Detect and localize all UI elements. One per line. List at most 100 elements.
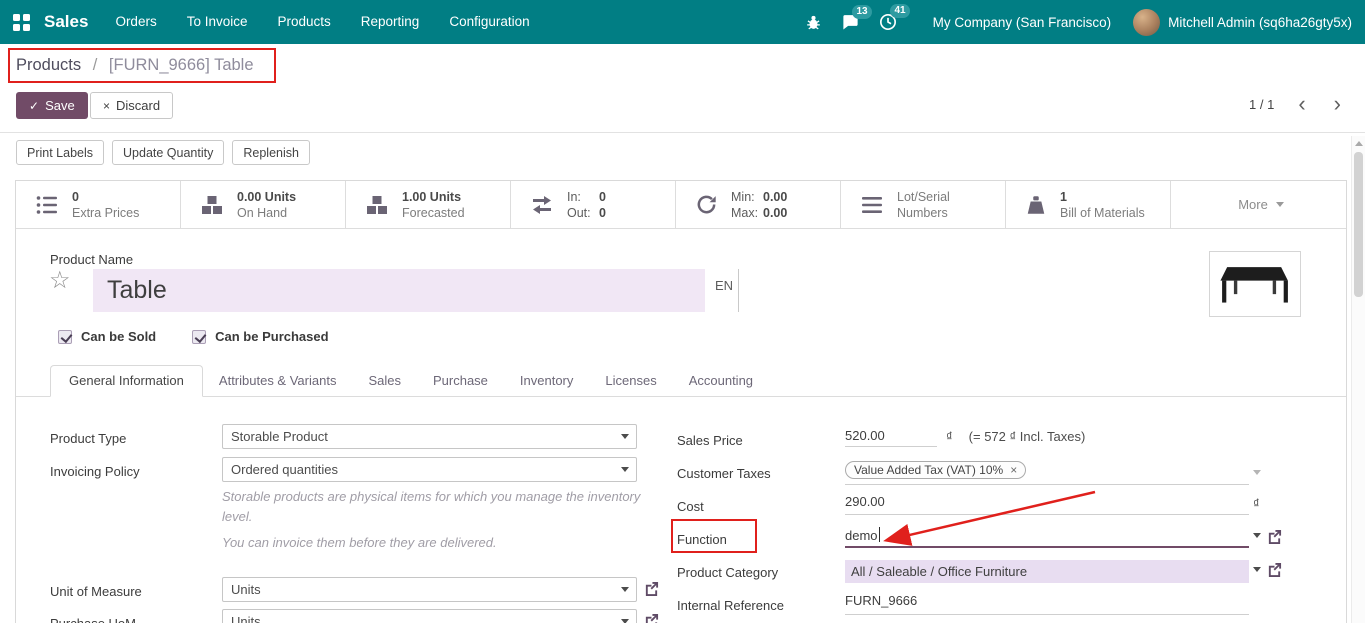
- sales-price-label: Sales Price: [677, 433, 743, 448]
- internal-reference-input[interactable]: FURN_9666: [845, 593, 1249, 615]
- product-type-select[interactable]: Storable Product: [222, 424, 637, 449]
- pricelist-icon: [35, 193, 59, 217]
- menu-reporting[interactable]: Reporting: [346, 0, 435, 44]
- app-name[interactable]: Sales: [44, 12, 88, 32]
- currency-symbol: ₫: [1253, 496, 1260, 511]
- stat-value: 1.00 Units: [402, 189, 465, 205]
- activities-clock-icon[interactable]: 41: [869, 8, 907, 36]
- tab-purchase[interactable]: Purchase: [417, 366, 504, 396]
- chevron-down-icon[interactable]: [1253, 533, 1261, 538]
- menu-configuration[interactable]: Configuration: [434, 0, 544, 44]
- product-image[interactable]: [1209, 251, 1301, 317]
- stat-label: Max:: [731, 205, 763, 221]
- vertical-scrollbar[interactable]: [1351, 136, 1365, 623]
- replenish-button[interactable]: Replenish: [232, 140, 310, 165]
- pager-previous-icon[interactable]: ‹: [1294, 94, 1309, 114]
- stat-bill-of-materials[interactable]: 1 Bill of Materials: [1006, 181, 1171, 228]
- purchase-uom-select[interactable]: Units: [222, 609, 637, 623]
- pager-next-icon[interactable]: ›: [1330, 94, 1345, 114]
- apps-menu-icon[interactable]: [13, 14, 30, 31]
- update-quantity-button[interactable]: Update Quantity: [112, 140, 224, 165]
- tab-attributes-variants[interactable]: Attributes & Variants: [203, 366, 353, 396]
- product-category-field[interactable]: All / Saleable / Office Furniture: [845, 560, 1249, 583]
- notebook-tabs: General Information Attributes & Variant…: [16, 366, 1346, 397]
- breadcrumb-products[interactable]: Products: [16, 56, 81, 74]
- stat-label: Extra Prices: [72, 205, 139, 221]
- cost-input[interactable]: 290.00: [845, 494, 1249, 515]
- breadcrumb-separator: /: [93, 56, 98, 74]
- stat-reordering-rules[interactable]: Min:0.00 Max:0.00: [676, 181, 841, 228]
- purchase-uom-label: Purchase UoM: [50, 616, 136, 623]
- stat-label: On Hand: [237, 205, 296, 221]
- tab-licenses[interactable]: Licenses: [589, 366, 672, 396]
- scroll-up-icon[interactable]: [1355, 141, 1363, 146]
- chevron-down-icon[interactable]: [1253, 470, 1261, 475]
- save-button[interactable]: ✓ Save: [16, 92, 88, 119]
- table-image: [1216, 257, 1294, 311]
- language-badge[interactable]: EN: [715, 278, 733, 293]
- uom-select[interactable]: Units: [222, 577, 637, 602]
- internal-reference-label: Internal Reference: [677, 598, 784, 613]
- bill-of-materials-icon: [1025, 194, 1047, 216]
- can-be-purchased-checkbox[interactable]: [192, 330, 206, 344]
- stat-lot-serial[interactable]: Lot/Serial Numbers: [841, 181, 1006, 228]
- refresh-icon: [695, 193, 718, 216]
- user-avatar[interactable]: [1133, 9, 1160, 36]
- help-text-invoice: You can invoice them before they are del…: [222, 533, 654, 553]
- product-type-label: Product Type: [50, 431, 126, 446]
- function-input[interactable]: demo: [845, 527, 1249, 548]
- stat-in-out[interactable]: In:0 Out:0: [511, 181, 676, 228]
- chevron-down-icon: [621, 587, 629, 592]
- stat-value: 0: [72, 189, 139, 205]
- cubes-icon: [365, 193, 389, 217]
- chevron-down-icon[interactable]: [1253, 567, 1261, 572]
- function-external-link-icon[interactable]: [1267, 529, 1282, 544]
- purchase-uom-external-link-icon[interactable]: [644, 613, 659, 623]
- tab-sales[interactable]: Sales: [352, 366, 417, 396]
- stat-label: Out:: [567, 205, 599, 221]
- favorite-star-icon[interactable]: ☆: [49, 269, 71, 293]
- product-name-input[interactable]: Table: [93, 269, 705, 312]
- menu-to-invoice[interactable]: To Invoice: [172, 0, 263, 44]
- can-be-sold-label[interactable]: Can be Sold: [81, 329, 156, 344]
- menu-products[interactable]: Products: [263, 0, 346, 44]
- chevron-down-icon: [621, 467, 629, 472]
- main-menu: Orders To Invoice Products Reporting Con…: [100, 0, 544, 44]
- stat-value: 0: [599, 206, 606, 220]
- stat-on-hand[interactable]: 0.00 Units On Hand: [181, 181, 346, 228]
- can-be-sold-checkbox[interactable]: [58, 330, 72, 344]
- invoicing-policy-select[interactable]: Ordered quantities: [222, 457, 637, 482]
- pager: 1 / 1 ‹ ›: [1249, 94, 1345, 114]
- invoicing-policy-label: Invoicing Policy: [50, 464, 140, 479]
- debug-bug-icon[interactable]: [795, 9, 832, 36]
- check-icon: ✓: [29, 99, 39, 113]
- tab-inventory[interactable]: Inventory: [504, 366, 589, 396]
- scrollbar-thumb[interactable]: [1354, 152, 1363, 297]
- remove-tag-icon[interactable]: ×: [1010, 464, 1017, 476]
- tab-general-information[interactable]: General Information: [50, 365, 203, 397]
- product-category-external-link-icon[interactable]: [1267, 562, 1282, 577]
- stat-label: Bill of Materials: [1060, 205, 1145, 221]
- can-be-purchased-label[interactable]: Can be Purchased: [215, 329, 328, 344]
- sales-price-input[interactable]: 520.00: [845, 428, 937, 447]
- user-menu[interactable]: Mitchell Admin (sq6ha26gty5x): [1168, 15, 1352, 30]
- menu-orders[interactable]: Orders: [100, 0, 171, 44]
- messages-icon[interactable]: 13: [832, 9, 869, 36]
- company-switcher[interactable]: My Company (San Francisco): [933, 15, 1112, 30]
- stat-button-row: 0 Extra Prices 0.00 Units On Hand 1.00 U…: [16, 181, 1346, 229]
- tab-accounting[interactable]: Accounting: [673, 366, 769, 396]
- stat-forecasted[interactable]: 1.00 Units Forecasted: [346, 181, 511, 228]
- product-name-label: Product Name: [50, 252, 133, 267]
- more-button[interactable]: More: [1176, 181, 1346, 228]
- customer-taxes-field[interactable]: Value Added Tax (VAT) 10% ×: [845, 461, 1249, 485]
- uom-label: Unit of Measure: [50, 584, 142, 599]
- stat-value: 0: [599, 190, 606, 204]
- customer-tax-tag[interactable]: Value Added Tax (VAT) 10% ×: [845, 461, 1026, 479]
- print-labels-button[interactable]: Print Labels: [16, 140, 104, 165]
- uom-external-link-icon[interactable]: [644, 581, 659, 596]
- discard-button[interactable]: × Discard: [90, 92, 173, 119]
- text-cursor: [879, 527, 880, 542]
- stat-extra-prices[interactable]: 0 Extra Prices: [16, 181, 181, 228]
- stat-value: 1: [1060, 189, 1145, 205]
- stat-label: Min:: [731, 189, 763, 205]
